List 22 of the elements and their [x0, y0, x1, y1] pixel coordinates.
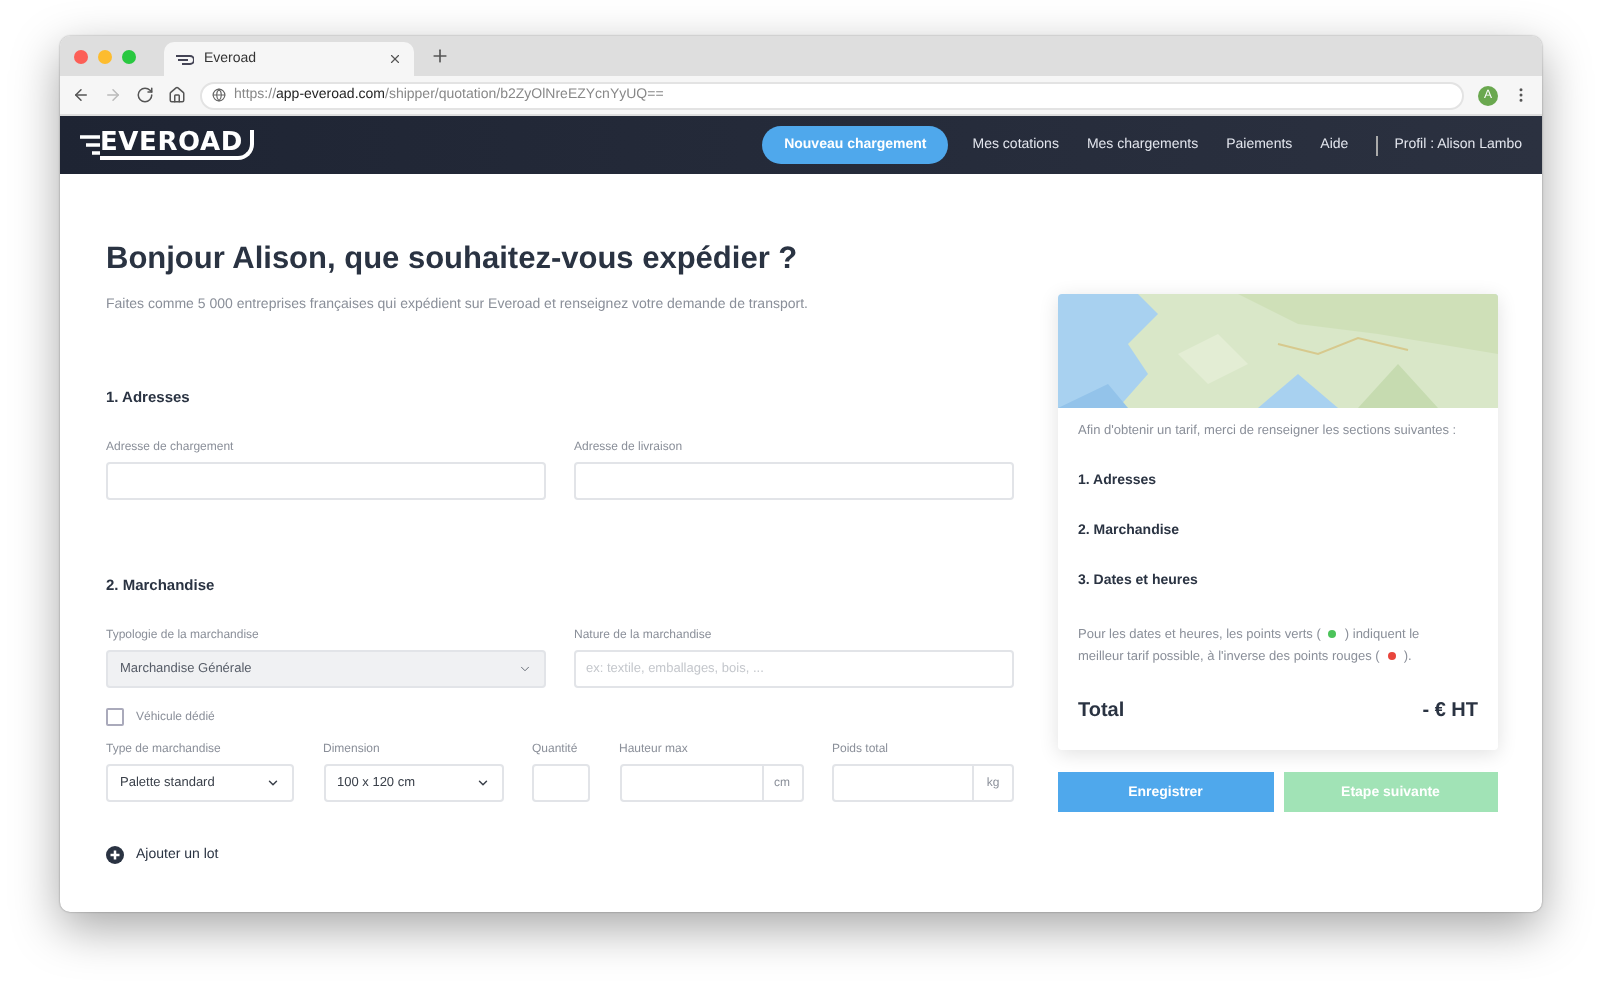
total-label: Total: [1078, 700, 1125, 722]
chevron-icon: [475, 776, 489, 790]
maximize-window-icon[interactable]: [122, 49, 136, 63]
chevron-icon: [266, 776, 280, 790]
total-value: - € HT: [1422, 700, 1478, 722]
reload-icon[interactable]: [136, 86, 154, 104]
close-window-icon[interactable]: [74, 49, 88, 63]
chevron-icon: [518, 662, 532, 676]
home-icon[interactable]: [168, 86, 186, 104]
checkbox[interactable]: [106, 708, 124, 726]
speed-lines-icon: [80, 134, 100, 156]
logo[interactable]: EVEROAD: [100, 130, 253, 160]
close-icon[interactable]: [388, 52, 402, 66]
page-heading: Bonjour Alison, que souhaitez-vous expédier ?: [106, 242, 800, 278]
minimize-window-icon[interactable]: [98, 49, 112, 63]
new-tab-icon[interactable]: [430, 46, 450, 66]
input-field[interactable]: [574, 462, 1014, 500]
back-icon[interactable]: [72, 86, 90, 104]
road-icon: [176, 53, 194, 65]
input-field[interactable]: [106, 462, 546, 500]
plus-circle-icon: [106, 846, 124, 864]
input-field[interactable]: [532, 764, 590, 802]
